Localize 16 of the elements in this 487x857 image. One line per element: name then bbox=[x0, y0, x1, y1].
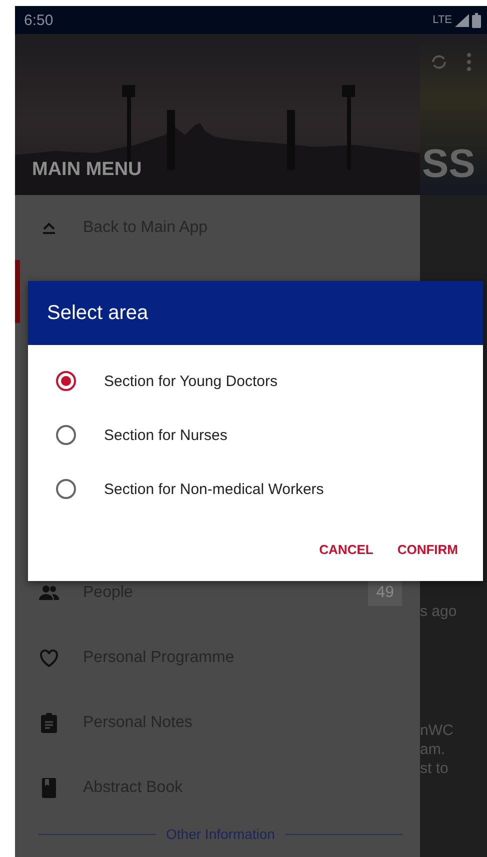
signal-icon bbox=[455, 14, 469, 26]
dialog-title: Select area bbox=[28, 281, 483, 345]
dialog-button[interactable]: CANCEL bbox=[310, 536, 382, 563]
battery-icon bbox=[472, 12, 481, 28]
radio-button[interactable] bbox=[56, 479, 76, 499]
network-type: LTE bbox=[432, 14, 452, 26]
option-label[interactable]: Section for Nurses bbox=[104, 426, 228, 444]
status-time: 6:50 bbox=[24, 12, 54, 28]
option-label[interactable]: Section for Young Doctors bbox=[104, 372, 278, 390]
selection-indicator bbox=[15, 260, 20, 323]
dialog-button[interactable]: CONFIRM bbox=[388, 536, 467, 563]
content-heading: SS bbox=[422, 142, 476, 187]
option-label[interactable]: Section for Non-medical Workers bbox=[104, 480, 324, 498]
radio-button[interactable] bbox=[56, 425, 76, 445]
radio-button[interactable] bbox=[56, 371, 76, 391]
drawer-title: MAIN MENU bbox=[32, 159, 142, 181]
